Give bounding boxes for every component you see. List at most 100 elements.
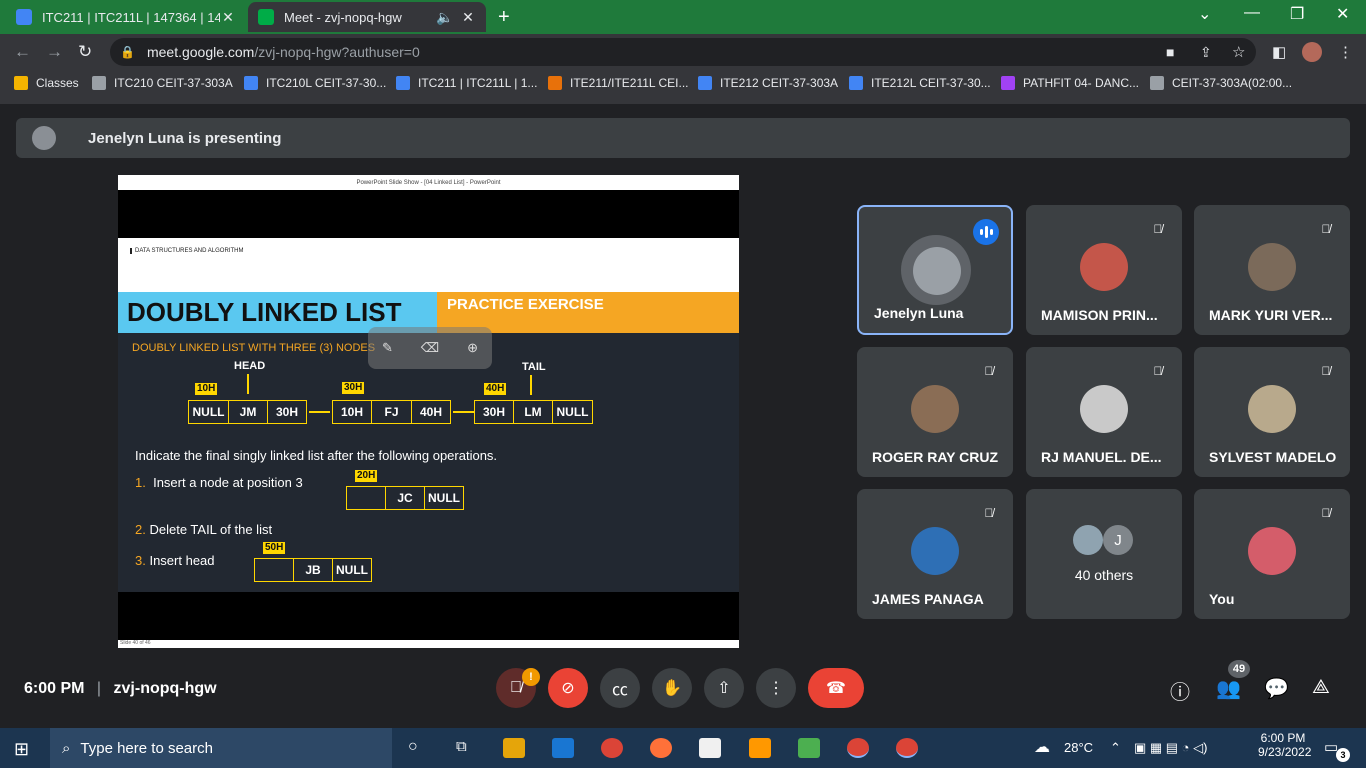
- bookmark-ceit[interactable]: CEIT-37-303A(02:00...: [1150, 76, 1292, 90]
- restore-button[interactable]: ❐: [1290, 4, 1304, 24]
- notification-count: 3: [1336, 748, 1350, 762]
- close-tab-icon[interactable]: ✕: [460, 9, 476, 26]
- participant-tile[interactable]: 🎙̸ ROGER RAY CRUZ: [857, 347, 1013, 477]
- chevron-up-icon[interactable]: ⌃: [1110, 740, 1121, 756]
- address-tag: 40H: [484, 383, 507, 395]
- forward-button[interactable]: →: [46, 42, 63, 62]
- chrome-icon[interactable]: [896, 738, 918, 758]
- participant-tile[interactable]: 🎙̸ RJ MANUEL. DE...: [1026, 347, 1182, 477]
- mic-off-icon: 🎙̸: [1321, 364, 1331, 378]
- participant-tile-self[interactable]: 🎙̸ You: [1194, 489, 1350, 619]
- chrome-icon[interactable]: [601, 738, 623, 758]
- head-label: HEAD: [234, 360, 266, 372]
- cloud-icon[interactable]: ☁: [1034, 737, 1050, 757]
- camera-toggle-button[interactable]: ⊘: [548, 668, 588, 708]
- mic-warning-badge: !: [522, 668, 540, 686]
- people-button[interactable]: 👥: [1216, 676, 1241, 701]
- participant-tile[interactable]: 🎙̸ JAMES PANAGA: [857, 489, 1013, 619]
- bookmark-ite212[interactable]: ITE212 CEIT-37-303A: [698, 76, 838, 90]
- tray-icons[interactable]: ▣ ▦ ▤ ◔ ◁): [1134, 740, 1207, 756]
- file-explorer-icon[interactable]: [503, 738, 525, 758]
- system-clock[interactable]: 6:00 PM 9/23/2022: [1258, 731, 1311, 759]
- avatar: [1080, 243, 1128, 291]
- address-bar[interactable]: 🔒 meet.google.com/zvj-nopq-hgw?authuser=…: [110, 38, 1256, 66]
- bookmark-itc210l[interactable]: ITC210L CEIT-37-30...: [244, 76, 386, 90]
- participant-tile[interactable]: 🎙̸ MAMISON PRIN...: [1026, 205, 1182, 335]
- mail-icon[interactable]: [552, 738, 574, 758]
- menu-icon[interactable]: ⋮: [1338, 43, 1353, 61]
- pen-icon[interactable]: ✎: [382, 340, 393, 356]
- reload-button[interactable]: ↻: [78, 42, 92, 62]
- mic-off-icon: 🎙̸: [984, 364, 994, 378]
- cortana-icon[interactable]: ○: [408, 738, 418, 756]
- speaking-indicator-icon: [973, 219, 999, 245]
- more-options-button[interactable]: ⋮: [756, 668, 796, 708]
- bookmark-star-icon[interactable]: ☆: [1232, 43, 1245, 61]
- app-icon[interactable]: [798, 738, 820, 758]
- close-tab-icon[interactable]: ✕: [220, 9, 236, 26]
- tab-itc211[interactable]: ITC211 | ITC211L | 147364 | 14736 ✕: [6, 2, 246, 32]
- eraser-icon[interactable]: ⌫: [421, 340, 439, 356]
- classroom-icon: [548, 76, 562, 90]
- participant-tile[interactable]: 🎙̸ SYLVEST MADELO: [1194, 347, 1350, 477]
- presenting-banner: Jenelyn Luna is presenting: [16, 118, 1350, 158]
- camera-off-icon: ⊘: [561, 680, 575, 697]
- mic-off-icon: 🎙̸: [510, 679, 522, 696]
- leave-call-button[interactable]: ☎: [808, 668, 864, 708]
- list-node: 30H LM NULL: [474, 400, 593, 424]
- bookmark-itc210[interactable]: ITC210 CEIT-37-303A: [92, 76, 233, 90]
- address-tag: 30H: [342, 382, 365, 394]
- share-icon[interactable]: ⇪: [1200, 44, 1212, 61]
- tab-meet[interactable]: Meet - zvj-nopq-hgw 🔈 ✕: [248, 2, 486, 32]
- mic-off-icon: 🎙̸: [1321, 506, 1331, 520]
- zoom-icon[interactable]: ⊕: [467, 340, 478, 356]
- slide-header: DATA STRUCTURES AND ALGORITHM: [118, 238, 739, 292]
- sublime-icon[interactable]: [749, 738, 771, 758]
- chrome-icon[interactable]: [847, 738, 869, 758]
- tab-search-icon[interactable]: ⌄: [1198, 4, 1211, 24]
- activities-button[interactable]: ⟁: [1312, 676, 1330, 699]
- meeting-details-button[interactable]: ⓘ: [1170, 676, 1190, 705]
- classroom-icon: [698, 76, 712, 90]
- chat-button[interactable]: 💬: [1264, 676, 1289, 701]
- bookmark-ite212l[interactable]: ITE212L CEIT-37-30...: [849, 76, 991, 90]
- others-tile[interactable]: J 40 others: [1026, 489, 1182, 619]
- taskbar-search[interactable]: ⌕ Type here to search: [50, 728, 392, 768]
- calculator-icon[interactable]: [699, 738, 721, 758]
- bookmark-pathfit[interactable]: PATHFIT 04- DANC...: [1001, 76, 1139, 90]
- bookmark-itc211[interactable]: ITC211 | ITC211L | 1...: [396, 76, 537, 90]
- participant-tile[interactable]: 🎙̸ MARK YURI VER...: [1194, 205, 1350, 335]
- bookmark-classes[interactable]: Classes: [14, 76, 79, 90]
- people-icon: 👥: [1216, 678, 1241, 700]
- minimize-button[interactable]: —: [1244, 4, 1260, 22]
- raise-hand-button[interactable]: ✋: [652, 668, 692, 708]
- close-window-button[interactable]: ✕: [1336, 4, 1349, 24]
- windows-start-icon[interactable]: ⊞: [14, 739, 29, 760]
- speaker-icon[interactable]: 🔈: [436, 9, 453, 26]
- new-tab-button[interactable]: +: [498, 6, 510, 29]
- weather-temp[interactable]: 28°C: [1064, 740, 1093, 755]
- slideshow-toolbar[interactable]: ✎ ⌫ ⊕: [368, 327, 492, 369]
- link-arrow: [309, 411, 330, 413]
- slide-footer: Slide 40 of 46: [118, 640, 739, 648]
- back-button[interactable]: ←: [14, 42, 31, 62]
- more-vert-icon: ⋮: [768, 680, 784, 697]
- present-button[interactable]: ⇧: [704, 668, 744, 708]
- avatar: [1248, 527, 1296, 575]
- profile-avatar[interactable]: [1302, 42, 1322, 62]
- firefox-icon[interactable]: [650, 738, 672, 758]
- course-label: DATA STRUCTURES AND ALGORITHM: [130, 248, 243, 254]
- meet-icon: [258, 9, 274, 25]
- task-view-icon[interactable]: ⧉: [456, 738, 467, 755]
- tail-label: TAIL: [522, 361, 546, 373]
- avatar: [913, 247, 961, 295]
- mic-off-icon: 🎙̸: [1321, 222, 1331, 236]
- participant-tile[interactable]: Jenelyn Luna: [857, 205, 1013, 335]
- powerpoint-titlebar: PowerPoint Slide Show - [04 Linked List]…: [118, 175, 739, 190]
- captions-button[interactable]: ㏄: [600, 668, 640, 708]
- presentation-screen[interactable]: PowerPoint Slide Show - [04 Linked List]…: [118, 175, 739, 648]
- side-panel-icon[interactable]: ◧: [1272, 43, 1286, 61]
- bookmark-ite211[interactable]: ITE211/ITE211L CEI...: [548, 76, 689, 90]
- camera-icon[interactable]: ■: [1166, 44, 1174, 60]
- captions-icon: ㏄: [611, 682, 628, 699]
